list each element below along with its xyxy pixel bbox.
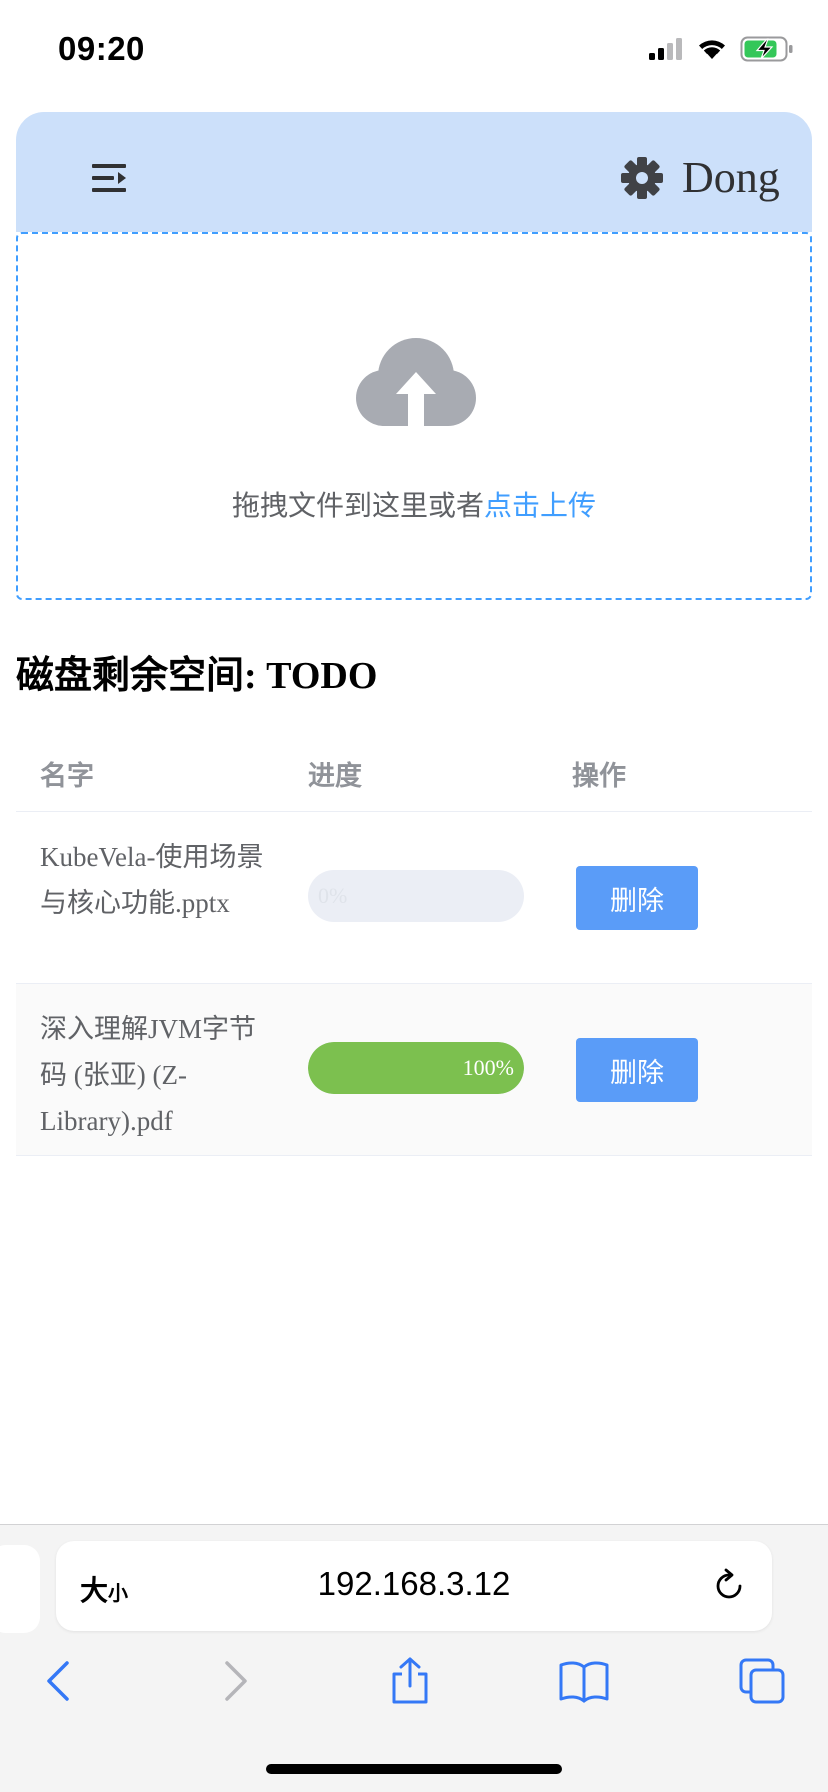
forward-button[interactable] [208,1653,264,1709]
gear-icon [621,157,663,199]
status-time: 09:20 [58,30,145,67]
user-name[interactable]: Dong [682,152,780,203]
back-button[interactable] [30,1653,86,1709]
app-header: Dong [16,112,812,232]
progress-bar: 100% [308,1042,524,1094]
previous-tab-preview[interactable] [0,1545,40,1633]
file-name: 深入理解JVM字节码 (张亚) (Z-Library).pdf [40,1014,257,1136]
reload-button[interactable] [710,1567,748,1605]
progress-text: 0% [318,883,348,908]
wifi-icon [699,40,725,59]
status-bar: 09:20 [0,0,828,100]
progress-text: 100% [462,1055,514,1080]
chevron-left-icon [47,1661,69,1701]
column-header-action: 操作 [572,761,626,792]
home-indicator [266,1764,562,1774]
upload-dropzone[interactable]: 拖拽文件到这里或者点击上传 [16,232,812,600]
progress-bar: 0% [308,870,524,922]
upload-prompt-text: 拖拽文件到这里或者 [231,489,484,522]
battery-charging-icon [740,36,793,62]
address-bar[interactable]: 大小 192.168.3.12 [56,1541,772,1631]
tabs-icon [739,1658,785,1704]
column-header-progress: 进度 [308,761,362,792]
share-button[interactable] [382,1653,438,1709]
table-row: KubeVela-使用场景与核心功能.pptx 0% 删除 [16,812,812,984]
bookmarks-button[interactable] [556,1653,612,1709]
table-header: 名字 进度 操作 [16,730,812,812]
share-icon [392,1657,428,1704]
table-row: 深入理解JVM字节码 (张亚) (Z-Library).pdf 100% 删除 [16,984,812,1156]
file-name: KubeVela-使用场景与核心功能.pptx [40,842,264,918]
delete-button[interactable]: 删除 [576,866,698,930]
status-icons [648,34,794,64]
chevron-right-icon [225,1661,247,1701]
menu-fold-icon [92,164,126,192]
menu-toggle-button[interactable] [90,162,128,194]
tabs-button[interactable] [734,1653,790,1709]
book-icon [559,1661,609,1703]
cellular-signal-icon [649,38,682,60]
cloud-upload-icon [356,338,476,428]
url-text[interactable]: 192.168.3.12 [56,1565,772,1603]
reload-icon [716,1568,742,1599]
column-header-name: 名字 [40,761,94,792]
disk-space-label: 磁盘剩余空间: TODO [16,655,378,697]
settings-button[interactable] [620,156,664,200]
file-table: 名字 进度 操作 KubeVela-使用场景与核心功能.pptx 0% 删除 深… [16,730,812,1156]
upload-hint: 拖拽文件到这里或者点击上传 [18,484,810,524]
click-upload-link[interactable]: 点击上传 [484,489,596,522]
delete-button[interactable]: 删除 [576,1038,698,1102]
browser-toolbar: 大小 192.168.3.12 [0,1524,828,1792]
